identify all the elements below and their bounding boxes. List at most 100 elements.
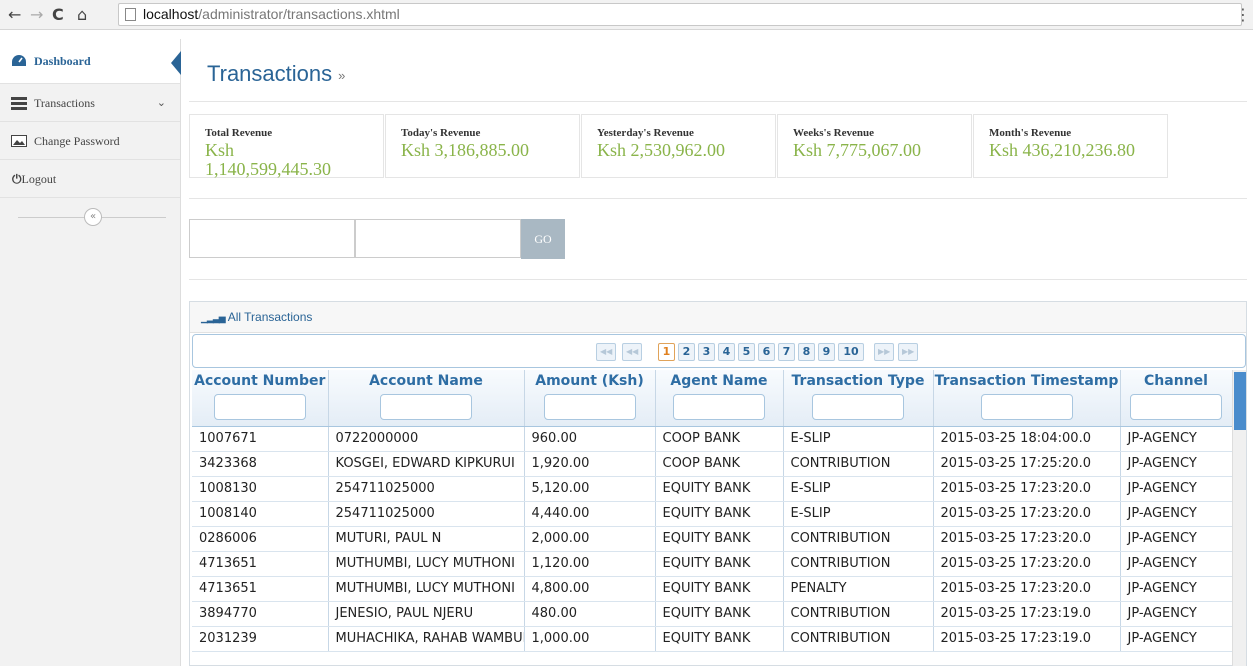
column-header[interactable]: Channel <box>1120 370 1233 427</box>
table-cell: 4713651 <box>192 576 329 602</box>
table-cell: EQUITY BANK <box>655 601 784 627</box>
table-row[interactable]: 3894770 JENESIO, PAUL NJERU 480.00 EQUITY B… <box>192 601 1233 627</box>
panel-title: All Transactions <box>227 310 313 324</box>
next-page-icon[interactable]: ▶▶ <box>874 343 895 361</box>
page-icon <box>125 8 136 21</box>
table-cell: 2015-03-25 17:23:19.0 <box>933 601 1121 627</box>
page-button[interactable]: 6 <box>758 343 775 361</box>
page-button[interactable]: 10 <box>838 343 864 361</box>
column-header[interactable]: Amount (Ksh) <box>524 370 656 427</box>
page-button[interactable]: 5 <box>738 343 755 361</box>
stat-label: Total Revenue <box>205 127 273 139</box>
last-page-icon[interactable]: ▶▶ <box>898 343 919 361</box>
column-header[interactable]: Transaction Type <box>783 370 934 427</box>
column-filter-input[interactable] <box>1130 394 1222 420</box>
table-cell: MUTHUMBI, LUCY MUTHONI <box>328 551 525 577</box>
column-filter-input[interactable] <box>980 394 1073 420</box>
table-cell: JP-AGENCY <box>1120 451 1233 477</box>
table-scrollbar[interactable] <box>1232 370 1246 666</box>
table-row[interactable]: 1008130 254711025000 5,120.00 EQUITY BANK E-… <box>192 476 1233 502</box>
column-header[interactable]: Agent Name <box>655 370 784 427</box>
table-cell: COOP BANK <box>655 426 784 452</box>
page-button[interactable]: 1 <box>658 343 675 361</box>
table-cell: 0722000000 <box>328 426 525 452</box>
page-button[interactable]: 9 <box>818 343 835 361</box>
forward-icon[interactable]: → <box>30 5 43 25</box>
table-cell: E-SLIP <box>783 476 934 502</box>
table-row[interactable]: 3423368 KOSGEI, EDWARD KIPKURUI 1,920.00 CO… <box>192 451 1233 477</box>
table-cell: E-SLIP <box>783 501 934 527</box>
stat-value: Ksh 7,775,067.00 <box>793 140 922 160</box>
stat-value: Ksh 2,530,962.00 <box>597 140 726 160</box>
table-row[interactable]: 4713651 MUTHUMBI, LUCY MUTHONI 4,800.00 EQU… <box>192 576 1233 602</box>
table-cell: EQUITY BANK <box>655 626 784 652</box>
end-date-input[interactable] <box>355 219 521 258</box>
collapse-sidebar-icon[interactable]: « <box>84 208 102 226</box>
table-row[interactable]: 1007671 0722000000 960.00 COOP BANK E-SLIP 20… <box>192 426 1233 452</box>
column-header[interactable]: Transaction Timestamp <box>933 370 1121 427</box>
address-bar[interactable]: localhost/administrator/transactions.xht… <box>118 3 1242 26</box>
sidebar-item-dashboard[interactable]: Dashboard <box>0 39 181 84</box>
table-cell: JP-AGENCY <box>1120 601 1233 627</box>
transactions-table-wrap: Account Number Account Name Amount (Ksh)… <box>192 370 1246 666</box>
page-button[interactable]: 4 <box>718 343 735 361</box>
table-cell: 3423368 <box>192 451 329 477</box>
column-filter-input[interactable] <box>213 394 306 420</box>
column-filter-input[interactable] <box>543 394 636 420</box>
table-cell: 3894770 <box>192 601 329 627</box>
table-cell: CONTRIBUTION <box>783 551 934 577</box>
table-cell: 0286006 <box>192 526 329 552</box>
stat-label: Yesterday's Revenue <box>597 127 694 139</box>
column-header[interactable]: Account Number <box>192 370 329 427</box>
prev-page-icon[interactable]: ◀◀ <box>622 343 643 361</box>
table-cell: JP-AGENCY <box>1120 526 1233 552</box>
go-button[interactable]: GO <box>521 219 565 259</box>
home-icon[interactable]: ⌂ <box>77 5 87 25</box>
page-button[interactable]: 2 <box>678 343 695 361</box>
stat-week-revenue: Weeks's Revenue Ksh 7,775,067.00 <box>777 114 972 178</box>
stat-today-revenue: Today's Revenue Ksh 3,186,885.00 <box>385 114 580 178</box>
table-cell: PENALTY <box>783 576 934 602</box>
sidebar-item-transactions[interactable]: Transactions ⌄ <box>0 84 180 122</box>
reload-icon[interactable]: C <box>52 5 64 25</box>
page-button[interactable]: 3 <box>698 343 715 361</box>
table-cell: EQUITY BANK <box>655 476 784 502</box>
table-cell: MUTURI, PAUL N <box>328 526 525 552</box>
table-cell: COOP BANK <box>655 451 784 477</box>
sidebar-item-logout[interactable]: ⏻Logout <box>0 160 180 198</box>
table-cell: EQUITY BANK <box>655 551 784 577</box>
sidebar-item-change-password[interactable]: Change Password <box>0 122 180 160</box>
table-cell: MUTHUMBI, LUCY MUTHONI <box>328 576 525 602</box>
table-row[interactable]: 4713651 MUTHUMBI, LUCY MUTHONI 1,120.00 EQU… <box>192 551 1233 577</box>
column-filter-input[interactable] <box>673 394 765 420</box>
sidebar-item-label: Logout <box>21 172 57 186</box>
column-filter-input[interactable] <box>380 394 472 420</box>
page-button[interactable]: 7 <box>778 343 795 361</box>
stat-total-revenue: Total Revenue Ksh 1,140,599,445.30 <box>189 114 384 179</box>
table-cell: JP-AGENCY <box>1120 576 1233 602</box>
browser-menu-icon[interactable]: ⋮ <box>1235 5 1251 24</box>
sidebar-item-label: Change Password <box>34 134 120 148</box>
column-header[interactable]: Account Name <box>328 370 525 427</box>
back-icon[interactable]: ← <box>8 5 21 25</box>
first-page-icon[interactable]: ◀◀ <box>596 343 617 361</box>
table-row[interactable]: 0286006 MUTURI, PAUL N 2,000.00 EQUITY BANK… <box>192 526 1233 552</box>
breadcrumb-separator: » <box>338 67 346 83</box>
page-title: Transactions » <box>207 61 345 87</box>
stat-value: Ksh 1,140,599,445.30 <box>205 140 331 179</box>
page-button[interactable]: 8 <box>798 343 815 361</box>
divider <box>189 198 1247 199</box>
stat-label: Month's Revenue <box>989 127 1072 139</box>
panel-header: ▁▂▃▅ All Transactions <box>190 302 1246 333</box>
start-date-input[interactable] <box>189 219 355 258</box>
column-filter-input[interactable] <box>812 394 904 420</box>
table-cell: 4713651 <box>192 551 329 577</box>
scrollbar-thumb[interactable] <box>1234 372 1246 430</box>
table-row[interactable]: 1008140 254711025000 4,440.00 EQUITY BANK E-… <box>192 501 1233 527</box>
url-host: localhost <box>143 6 199 22</box>
stat-value: Ksh 436,210,236.80 <box>989 140 1136 160</box>
column-title: Channel <box>1144 373 1208 389</box>
table-cell: 2015-03-25 17:23:20.0 <box>933 476 1121 502</box>
table-row[interactable]: 2031239 MUHACHIKA, RAHAB WAMBUI 1,000.00 EQ… <box>192 626 1233 652</box>
paginator: ◀◀ ◀◀ 1 2 3 4 5 6 7 8 9 10 ▶▶ ▶▶ <box>192 334 1246 368</box>
